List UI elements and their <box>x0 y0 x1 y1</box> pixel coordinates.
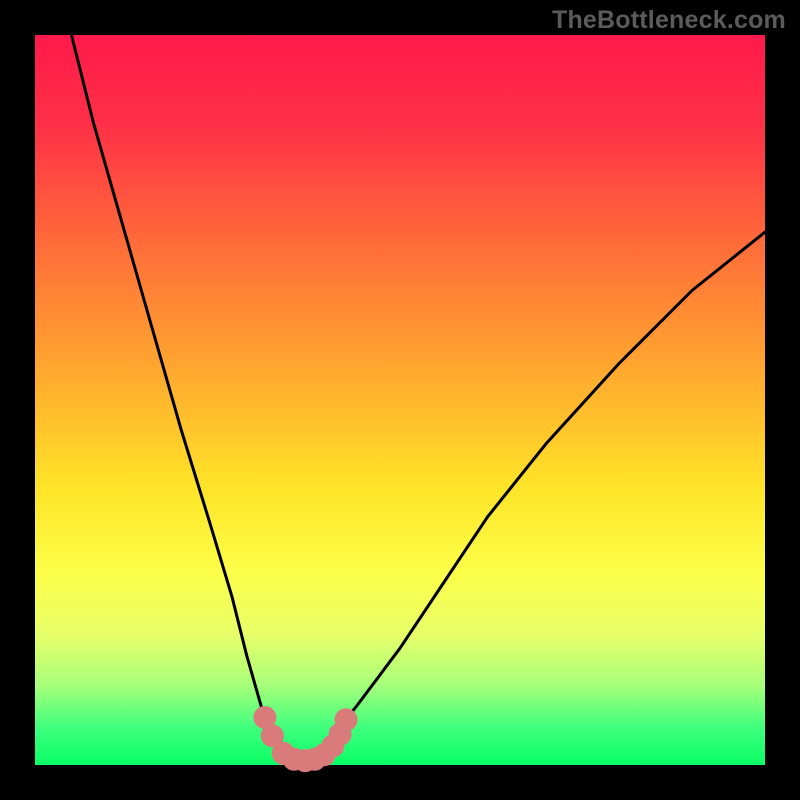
bottleneck-chart <box>0 0 800 800</box>
chart-frame: TheBottleneck.com <box>0 0 800 800</box>
watermark-text: TheBottleneck.com <box>552 6 786 35</box>
